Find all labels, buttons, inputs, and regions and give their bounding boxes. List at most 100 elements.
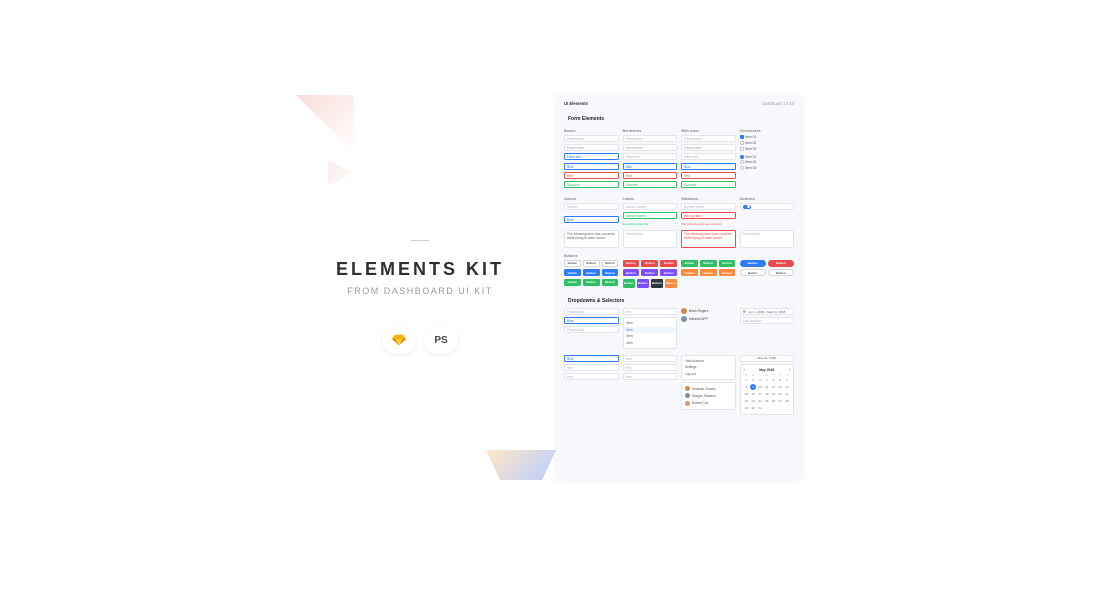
calendar-day[interactable]: 25 [764, 398, 770, 404]
calendar-day[interactable]: 15 [744, 391, 750, 397]
button-success[interactable]: Button [719, 260, 736, 267]
text-input[interactable]: Placeholder [623, 135, 678, 142]
text-input[interactable]: Filled text [623, 153, 678, 160]
button-success[interactable]: Button [681, 260, 698, 267]
checkbox[interactable]: Item 02 [740, 141, 795, 145]
date-picker[interactable]: ‹ May 31, 2018 › [740, 355, 795, 362]
textarea-error[interactable]: The following error has occurred while t… [681, 230, 736, 248]
checkbox[interactable]: Item 01 [740, 135, 795, 139]
button[interactable]: Button [564, 260, 581, 267]
textarea[interactable]: Placeholder [623, 230, 678, 248]
calendar-day[interactable]: 14 [784, 384, 790, 390]
calendar-day[interactable]: 26 [771, 398, 777, 404]
button[interactable]: Button [651, 279, 663, 288]
calendar-day[interactable]: 13 [777, 384, 783, 390]
calendar-day[interactable]: 3 [757, 377, 763, 383]
text-input-blue[interactable]: Blue [681, 163, 736, 170]
text-input-success[interactable]: Success [681, 181, 736, 188]
button[interactable]: Button [602, 260, 619, 267]
calendar-day[interactable]: 20 [777, 391, 783, 397]
calendar-day[interactable]: 11 [764, 384, 770, 390]
calendar-day[interactable]: 27 [777, 398, 783, 404]
select-input[interactable]: Item [623, 373, 678, 380]
calendar-day[interactable]: 16 [750, 391, 756, 397]
text-input[interactable]: Placeholder [681, 144, 736, 151]
button[interactable]: Button [665, 279, 677, 288]
button-success[interactable]: Button [583, 279, 600, 286]
select-input[interactable]: Item [623, 364, 678, 371]
button[interactable]: Button [623, 269, 640, 276]
user-item[interactable]: Morgan Sanders [682, 392, 735, 399]
calendar-day[interactable]: 17 [757, 391, 763, 397]
search-input[interactable]: Search [564, 203, 619, 210]
calendar-day[interactable]: 4 [764, 377, 770, 383]
search-input[interactable]: Blue [564, 216, 619, 223]
user-item[interactable]: Amanda Chavez [682, 385, 735, 392]
button-danger[interactable]: Button [641, 260, 658, 267]
text-input[interactable]: Placeholder [623, 144, 678, 151]
dropdown-item[interactable]: Item [624, 339, 677, 345]
select-input[interactable]: Item [623, 308, 678, 315]
button-primary[interactable]: Button [602, 269, 619, 276]
text-input-blue[interactable]: Blue [564, 163, 619, 170]
radio[interactable]: Item 02 [740, 160, 795, 164]
select-input[interactable]: Blue [564, 317, 619, 324]
select-input[interactable]: Blue [564, 355, 619, 362]
text-input-focused[interactable]: Filled text [564, 153, 619, 160]
text-input-success[interactable]: Success [564, 181, 619, 188]
select-input[interactable]: Placeholder [564, 308, 619, 315]
pill-button[interactable]: Button [740, 269, 766, 276]
calendar-day[interactable]: 21 [784, 391, 790, 397]
calendar-day[interactable]: 12 [771, 384, 777, 390]
user-item[interactable]: Robert Cox [682, 400, 735, 407]
calendar-day[interactable]: 1 [744, 377, 750, 383]
button[interactable]: Button [660, 269, 677, 276]
checkbox[interactable]: Item 03 [740, 147, 795, 151]
radio[interactable]: Item 01 [740, 155, 795, 159]
text-input[interactable]: Sender Name [623, 203, 678, 210]
button-warning[interactable]: Button [681, 269, 698, 276]
button-warning[interactable]: Button [700, 269, 717, 276]
select-input[interactable]: Item [564, 364, 619, 371]
button-primary[interactable]: Button [564, 269, 581, 276]
button-success[interactable]: Button [602, 279, 619, 286]
radio[interactable]: Item 03 [740, 166, 795, 170]
select-input[interactable]: Placeholder [564, 326, 619, 333]
user-selector[interactable]: Mindset APP [681, 316, 736, 322]
calendar-day[interactable]: 10 [757, 384, 763, 390]
button[interactable]: Button [623, 279, 635, 288]
calendar-day[interactable]: 8 [744, 384, 750, 390]
calendar-day[interactable]: 2 [750, 377, 756, 383]
calendar-day[interactable]: 6 [777, 377, 783, 383]
calendar[interactable]: ‹May 2018› SMTWTFS1234567891011121314151… [740, 364, 795, 415]
text-input[interactable]: Placeholder [564, 135, 619, 142]
calendar-day[interactable]: 23 [750, 398, 756, 404]
calendar-day[interactable]: 30 [750, 405, 756, 411]
text-input-error[interactable]: Red [681, 172, 736, 179]
calendar-day[interactable]: 19 [771, 391, 777, 397]
calendar-day[interactable]: 31 [757, 405, 763, 411]
button-success[interactable]: Button [700, 260, 717, 267]
textarea[interactable]: Placeholder [740, 230, 795, 248]
text-input[interactable]: Filled text [681, 153, 736, 160]
text-input-success[interactable]: Success [623, 181, 678, 188]
button-primary[interactable]: Button [583, 269, 600, 276]
text-input-blue[interactable]: Blue [623, 163, 678, 170]
text-input-error[interactable]: Wrong data [681, 212, 736, 219]
text-input[interactable]: Sender Name [681, 203, 736, 210]
text-input-error[interactable]: Red [623, 172, 678, 179]
pill-button[interactable]: Button [768, 269, 794, 276]
text-input-success[interactable]: Sender Name [623, 212, 678, 219]
pill-button[interactable]: Button [768, 260, 794, 267]
user-selector[interactable]: Brian Rogers [681, 308, 736, 314]
button[interactable]: Button [641, 269, 658, 276]
pill-button[interactable]: Button [740, 260, 766, 267]
calendar-day[interactable]: 24 [757, 398, 763, 404]
select-input[interactable]: Add Member [740, 317, 795, 324]
textarea[interactable]: The following error has occurred while t… [564, 230, 619, 248]
button[interactable]: Button [637, 279, 649, 288]
button-success[interactable]: Button [564, 279, 581, 286]
text-input-error[interactable]: Red [564, 172, 619, 179]
calendar-day[interactable]: 28 [784, 398, 790, 404]
calendar-day[interactable]: 7 [784, 377, 790, 383]
